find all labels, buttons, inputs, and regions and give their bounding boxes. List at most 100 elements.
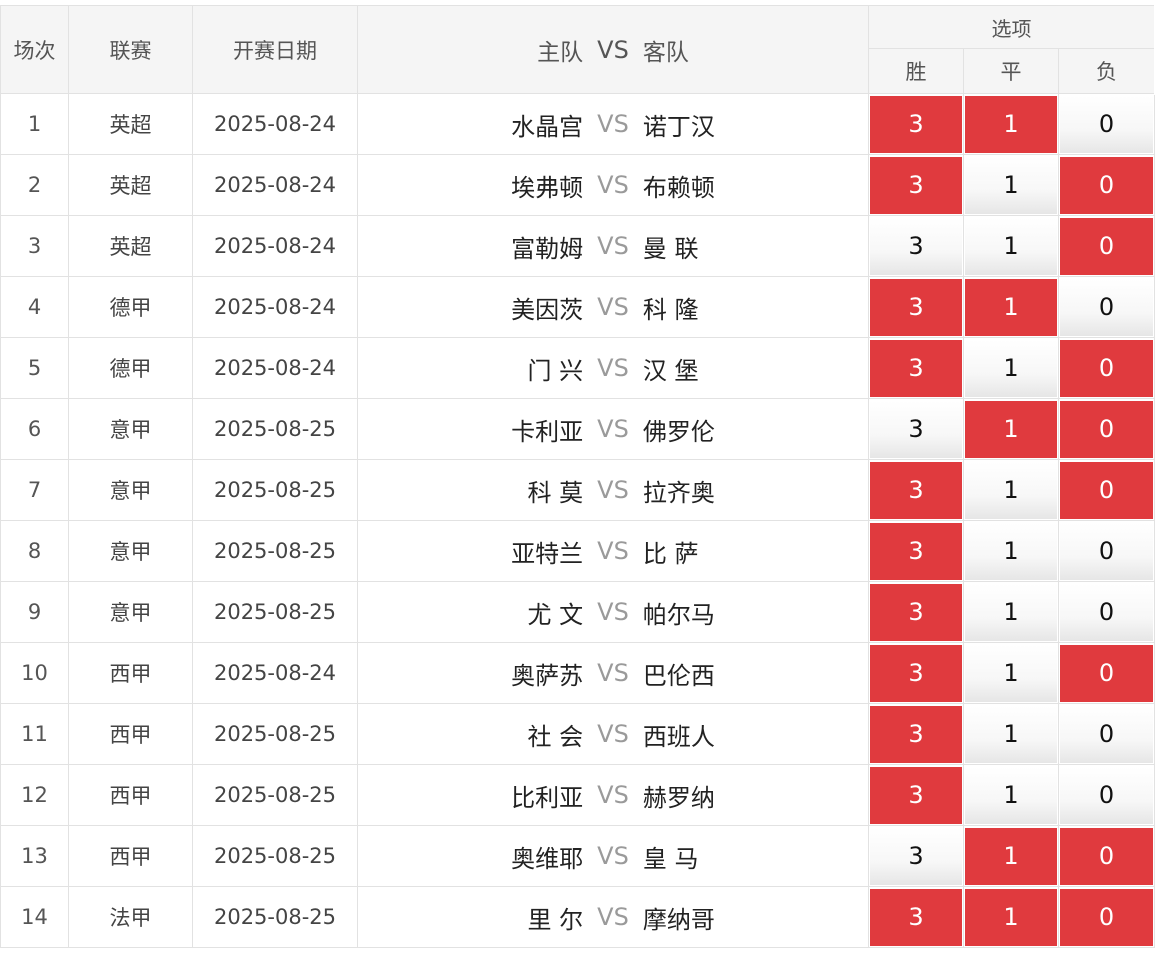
- option-lose-cell: 0: [1057, 825, 1156, 887]
- option-lose-button[interactable]: 0: [1060, 217, 1154, 275]
- away-team: 诺丁汉: [642, 112, 715, 141]
- option-draw-button[interactable]: 1: [965, 583, 1057, 641]
- option-draw-button[interactable]: 1: [965, 156, 1057, 214]
- match-date: 2025-08-25: [192, 703, 358, 765]
- match-date: 2025-08-24: [192, 93, 358, 155]
- match-teams: 科 莫 VS 拉齐奥: [357, 459, 869, 521]
- away-team: 西班人: [642, 722, 715, 751]
- vs-label: VS: [597, 171, 629, 199]
- header-options: 选项: [867, 5, 1156, 49]
- option-lose-cell: 0: [1057, 93, 1156, 155]
- table-row: 9 意甲 2025-08-25 尤 文 VS 帕尔马 3 1 0: [0, 581, 1156, 643]
- option-lose-button[interactable]: 0: [1060, 827, 1154, 885]
- option-win-cell: 3: [868, 703, 964, 765]
- option-win-button[interactable]: 3: [870, 705, 962, 763]
- option-draw-button[interactable]: 1: [965, 461, 1057, 519]
- match-date: 2025-08-24: [192, 215, 358, 277]
- away-team: 巴伦西: [642, 661, 715, 690]
- option-draw-cell: 1: [963, 642, 1059, 704]
- table-row: 10 西甲 2025-08-24 奥萨苏 VS 巴伦西 3 1 0: [0, 642, 1156, 704]
- match-number: 14: [0, 886, 69, 948]
- match-teams: 尤 文 VS 帕尔马: [357, 581, 869, 643]
- option-lose-button[interactable]: 0: [1060, 461, 1154, 519]
- league-name: 意甲: [68, 581, 193, 643]
- option-win-cell: 3: [868, 276, 964, 338]
- option-draw-cell: 1: [963, 93, 1059, 155]
- table-row: 14 法甲 2025-08-25 里 尔 VS 摩纳哥 3 1 0: [0, 886, 1156, 948]
- option-win-button[interactable]: 3: [870, 95, 962, 153]
- home-team: 亚特兰: [511, 539, 584, 568]
- vs-label: VS: [597, 598, 629, 626]
- match-date: 2025-08-25: [192, 398, 358, 460]
- match-rows: 1 英超 2025-08-24 水晶宫 VS 诺丁汉 3 1 0 2 英超 2025-08-24 埃弗顿…: [0, 93, 1156, 948]
- option-win-button[interactable]: 3: [870, 278, 962, 336]
- vs-label: VS: [597, 903, 629, 931]
- home-team: 门 兴: [527, 356, 584, 385]
- option-lose-button[interactable]: 0: [1060, 522, 1154, 580]
- match-teams: 水晶宫 VS 诺丁汉: [357, 93, 869, 155]
- option-draw-button[interactable]: 1: [965, 217, 1057, 275]
- option-win-button[interactable]: 3: [870, 827, 962, 885]
- league-name: 西甲: [68, 764, 193, 826]
- match-number: 10: [0, 642, 69, 704]
- option-draw-button[interactable]: 1: [965, 705, 1057, 763]
- option-draw-button[interactable]: 1: [965, 95, 1057, 153]
- option-win-button[interactable]: 3: [870, 400, 962, 458]
- option-lose-button[interactable]: 0: [1060, 583, 1154, 641]
- home-team: 社 会: [527, 722, 584, 751]
- option-draw-cell: 1: [963, 581, 1059, 643]
- option-win-button[interactable]: 3: [870, 888, 962, 946]
- option-draw-button[interactable]: 1: [965, 827, 1057, 885]
- option-draw-button[interactable]: 1: [965, 888, 1057, 946]
- vs-label: VS: [597, 415, 629, 443]
- option-win-button[interactable]: 3: [870, 461, 962, 519]
- option-draw-cell: 1: [963, 154, 1059, 216]
- header-away: 客队: [642, 39, 689, 66]
- match-date: 2025-08-24: [192, 276, 358, 338]
- option-win-cell: 3: [868, 154, 964, 216]
- option-win-cell: 3: [868, 520, 964, 582]
- home-team: 奥维耶: [511, 844, 584, 873]
- league-name: 意甲: [68, 520, 193, 582]
- option-lose-button[interactable]: 0: [1060, 156, 1154, 214]
- table-row: 6 意甲 2025-08-25 卡利亚 VS 佛罗伦 3 1 0: [0, 398, 1156, 460]
- option-draw-button[interactable]: 1: [965, 400, 1057, 458]
- option-lose-button[interactable]: 0: [1060, 644, 1154, 702]
- home-team: 比利亚: [511, 783, 584, 812]
- option-draw-cell: 1: [963, 398, 1059, 460]
- option-lose-button[interactable]: 0: [1060, 888, 1154, 946]
- option-win-button[interactable]: 3: [870, 156, 962, 214]
- option-win-button[interactable]: 3: [870, 217, 962, 275]
- option-win-button[interactable]: 3: [870, 766, 962, 824]
- option-lose-button[interactable]: 0: [1060, 95, 1154, 153]
- option-lose-button[interactable]: 0: [1060, 766, 1154, 824]
- league-name: 意甲: [68, 459, 193, 521]
- option-lose-button[interactable]: 0: [1060, 705, 1154, 763]
- away-team: 汉 堡: [642, 356, 699, 385]
- option-win-cell: 3: [868, 337, 964, 399]
- league-name: 德甲: [68, 276, 193, 338]
- match-date: 2025-08-24: [192, 337, 358, 399]
- option-lose-cell: 0: [1057, 642, 1156, 704]
- home-team: 卡利亚: [511, 417, 584, 446]
- option-draw-button[interactable]: 1: [965, 339, 1057, 397]
- option-draw-button[interactable]: 1: [965, 766, 1057, 824]
- option-win-button[interactable]: 3: [870, 522, 962, 580]
- option-win-button[interactable]: 3: [870, 583, 962, 641]
- option-draw-button[interactable]: 1: [965, 522, 1057, 580]
- option-draw-button[interactable]: 1: [965, 644, 1057, 702]
- option-draw-button[interactable]: 1: [965, 278, 1057, 336]
- option-lose-button[interactable]: 0: [1060, 278, 1154, 336]
- home-team: 尤 文: [527, 600, 584, 629]
- option-lose-button[interactable]: 0: [1060, 339, 1154, 397]
- home-team: 科 莫: [527, 478, 584, 507]
- match-number: 3: [0, 215, 69, 277]
- option-win-button[interactable]: 3: [870, 644, 962, 702]
- option-lose-button[interactable]: 0: [1060, 400, 1154, 458]
- option-win-button[interactable]: 3: [870, 339, 962, 397]
- option-lose-cell: 0: [1057, 398, 1156, 460]
- option-draw-cell: 1: [963, 276, 1059, 338]
- vs-label: VS: [597, 659, 629, 687]
- league-name: 法甲: [68, 886, 193, 948]
- away-team: 比 萨: [642, 539, 699, 568]
